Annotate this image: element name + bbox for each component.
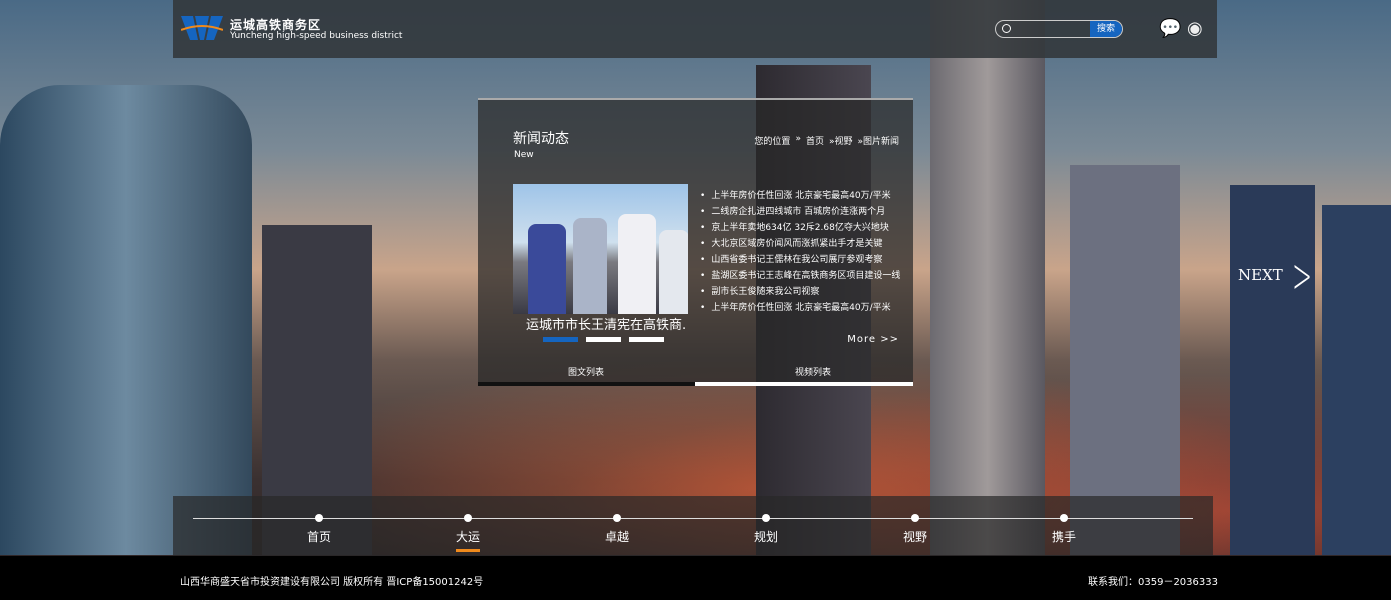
panel-tabs: 图文列表 视频列表 [478, 362, 913, 382]
nav-item-home[interactable]: 首页 [289, 514, 349, 545]
wechat-icon[interactable]: 💬 [1159, 18, 1181, 39]
nav-item-excellence[interactable]: 卓越 [587, 514, 647, 545]
search-button[interactable]: 搜索 [1090, 21, 1122, 37]
nav-item-vision[interactable]: 视野 [885, 514, 945, 545]
logo [181, 16, 223, 40]
news-item[interactable]: 山西省委书记王儒林在我公司展厅参观考察 [700, 252, 900, 268]
news-item[interactable]: 京上半年卖地634亿 32斥2.68亿夺大兴地块 [700, 220, 900, 236]
chevron-right-icon[interactable]: > [1292, 248, 1312, 304]
nav-item-planning[interactable]: 规划 [736, 514, 796, 545]
weibo-icon[interactable]: ◉ [1187, 18, 1203, 39]
more-link[interactable]: More >> [847, 334, 899, 345]
panel-title: 新闻动态 [513, 131, 569, 147]
slide-dot[interactable] [586, 337, 621, 342]
news-item[interactable]: 盐湖区委书记王志峰在高铁商务区项目建设一线 [700, 268, 900, 284]
search-input[interactable] [1014, 21, 1090, 37]
news-item[interactable]: 副市长王俊随来我公司视察 [700, 284, 900, 300]
search-box: 搜索 [995, 20, 1123, 38]
breadcrumb-label: 您的位置 [754, 137, 791, 147]
nav-item-cooperate[interactable]: 携手 [1034, 514, 1094, 545]
news-list: 上半年房价任性回涨 北京豪宅最高40万/平米 二线房企扎进四线城市 百城房价连涨… [700, 188, 900, 316]
breadcrumb: 您的位置 » 首页 »视野 »图片新闻 [754, 134, 899, 147]
slide-indicators [543, 337, 664, 342]
nav-item-dayun[interactable]: 大运 [438, 514, 498, 552]
header: 运城高铁商务区 Yuncheng high-speed business dis… [173, 0, 1217, 58]
photo-caption: 运城市市长王清宪在高铁商. [526, 318, 687, 333]
news-item[interactable]: 上半年房价任性回涨 北京豪宅最高40万/平米 [700, 300, 900, 316]
breadcrumb-photo-news[interactable]: »图片新闻 [857, 134, 899, 147]
copyright: 山西华商盛天省市投资建设有限公司 版权所有 晋ICP备15001242号 [180, 577, 484, 588]
breadcrumb-home[interactable]: 首页 [806, 134, 824, 147]
bottom-nav: 首页 大运 卓越 规划 视野 携手 [173, 496, 1213, 556]
breadcrumb-sep: » [795, 134, 801, 144]
news-panel: 新闻动态 New 您的位置 » 首页 »视野 »图片新闻 运城市市长王清宪在高铁… [478, 98, 913, 386]
slide-dot[interactable] [543, 337, 578, 342]
news-item[interactable]: 二线房企扎进四线城市 百城房价连涨两个月 [700, 204, 900, 220]
panel-subtitle: New [514, 150, 534, 160]
contact-info: 联系我们：0359－2036333 [1088, 577, 1218, 588]
news-photo[interactable] [513, 184, 688, 314]
slide-dot[interactable] [629, 337, 664, 342]
footer: 山西华商盛天省市投资建设有限公司 版权所有 晋ICP备15001242号 联系我… [0, 556, 1391, 600]
search-icon [1002, 24, 1011, 33]
tab-photo-list[interactable]: 图文列表 [568, 365, 604, 378]
breadcrumb-view[interactable]: »视野 [829, 134, 853, 147]
news-item[interactable]: 大北京区域房价闻风而涨抓紧出手才是关键 [700, 236, 900, 252]
tab-video-list[interactable]: 视频列表 [795, 365, 831, 378]
tab-indicator [478, 382, 913, 386]
site-subtitle: Yuncheng high-speed business district [230, 31, 403, 41]
news-item[interactable]: 上半年房价任性回涨 北京豪宅最高40万/平米 [700, 188, 900, 204]
next-button[interactable]: NEXT [1238, 266, 1283, 284]
